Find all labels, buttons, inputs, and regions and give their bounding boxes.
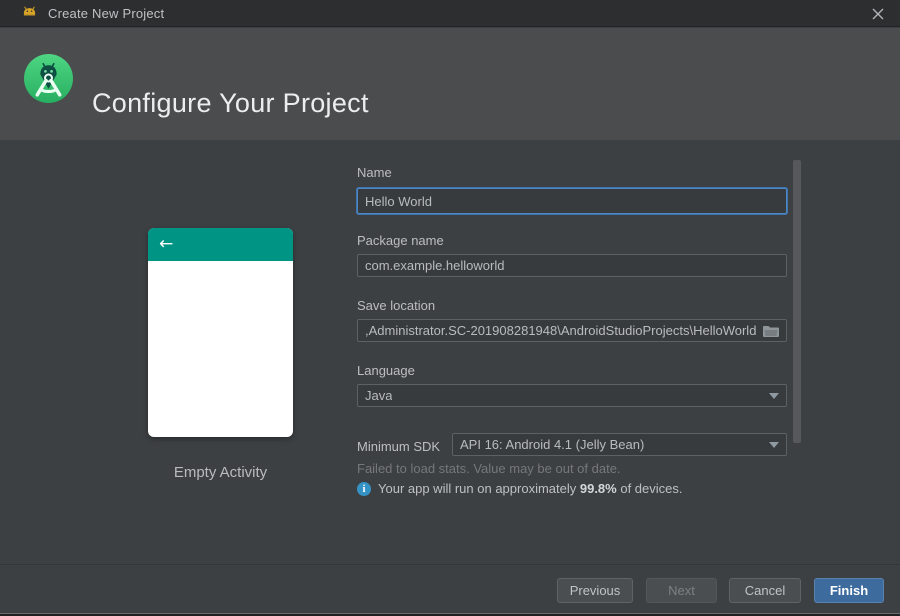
preview-appbar: ←: [148, 228, 293, 261]
min-sdk-value: API 16: Android 4.1 (Jelly Bean): [460, 437, 645, 452]
save-location-value: ,Administrator.SC-201908281948\AndroidSt…: [365, 323, 757, 338]
package-name-label: Package name: [357, 233, 444, 248]
next-button: Next: [646, 578, 717, 603]
cancel-button[interactable]: Cancel: [729, 578, 801, 603]
close-button[interactable]: [856, 0, 900, 27]
finish-button[interactable]: Finish: [814, 578, 884, 603]
chevron-down-icon: [769, 392, 779, 399]
previous-button[interactable]: Previous: [557, 578, 633, 603]
window-title: Create New Project: [48, 5, 165, 21]
template-preview-thumbnail: ←: [148, 228, 293, 437]
device-coverage-info: i Your app will run on approximately 99.…: [357, 481, 683, 496]
save-location-input[interactable]: ,Administrator.SC-201908281948\AndroidSt…: [357, 319, 787, 342]
android-studio-logo-icon: [24, 54, 73, 103]
titlebar: Create New Project: [0, 0, 900, 27]
name-input[interactable]: [357, 188, 787, 214]
stats-warning-text: Failed to load stats. Value may be out o…: [357, 461, 621, 476]
back-arrow-icon: ←: [159, 234, 174, 254]
create-new-project-dialog: Create New Project Configure Your Projec…: [0, 0, 900, 616]
device-info-text: Your app will run on approximately 99.8%…: [378, 481, 683, 496]
close-icon: [872, 8, 884, 19]
language-value: Java: [365, 388, 393, 403]
package-name-input[interactable]: [357, 254, 787, 277]
min-sdk-label: Minimum SDK: [357, 439, 441, 454]
folder-icon: [763, 325, 779, 337]
footer-divider: [0, 564, 900, 565]
language-dropdown[interactable]: Java: [357, 384, 787, 407]
save-location-label: Save location: [357, 298, 436, 313]
android-robot-icon: [23, 6, 36, 16]
min-sdk-dropdown[interactable]: API 16: Android 4.1 (Jelly Bean): [452, 433, 787, 456]
device-coverage-percent: 99.8%: [579, 481, 617, 496]
vertical-scrollbar-thumb[interactable]: [793, 160, 801, 443]
wizard-header: Configure Your Project: [0, 28, 900, 140]
chevron-down-icon: [769, 441, 779, 448]
browse-folder-button[interactable]: [760, 322, 782, 339]
name-label: Name: [357, 165, 392, 180]
info-icon: i: [357, 481, 371, 496]
page-title: Configure Your Project: [92, 88, 369, 118]
language-label: Language: [357, 363, 415, 378]
template-name-label: Empty Activity: [173, 464, 268, 481]
